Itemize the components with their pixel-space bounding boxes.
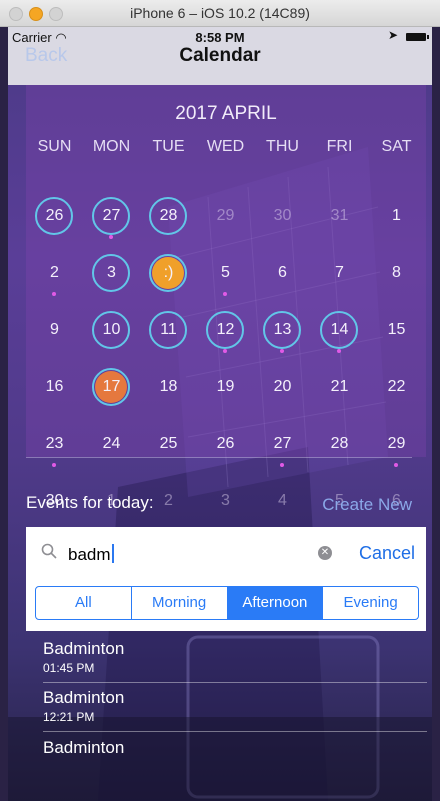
calendar-day[interactable]: 28 xyxy=(140,207,197,225)
weekday-label: THU xyxy=(266,138,299,155)
event-dot xyxy=(52,463,56,467)
nav-title: Calendar xyxy=(179,45,261,66)
status-bar: Carrier ◠ 8:58 PM ➤ Back Calendar xyxy=(8,27,432,85)
calendar-day[interactable]: 28 xyxy=(311,435,368,453)
row-separator xyxy=(43,731,427,732)
event-dot xyxy=(223,292,227,296)
weekday-label: WED xyxy=(206,138,245,155)
calendar-day[interactable]: 2 xyxy=(26,264,83,282)
calendar-day[interactable]: 14 xyxy=(311,321,368,339)
calendar-day[interactable]: 27 xyxy=(254,435,311,453)
location-arrow-icon: ➤ xyxy=(387,28,398,42)
weekday-label: FRI xyxy=(326,138,353,155)
event-row[interactable]: Badminton xyxy=(43,738,124,758)
time-filter-segmented-control: All Morning Afternoon Evening xyxy=(35,586,419,620)
calendar-day[interactable]: 21 xyxy=(311,378,368,396)
event-dot xyxy=(223,349,227,353)
row-separator xyxy=(43,682,427,683)
calendar-day[interactable]: 22 xyxy=(368,378,425,396)
event-dot xyxy=(52,292,56,296)
create-new-button[interactable]: Create New xyxy=(322,495,412,515)
calendar-day[interactable]: 1 xyxy=(368,207,425,225)
calendar-day[interactable]: 27 xyxy=(83,207,140,225)
event-dot xyxy=(337,349,341,353)
event-time: 12:21 PM xyxy=(43,710,95,724)
segment-morning[interactable]: Morning xyxy=(130,587,227,619)
event-dot xyxy=(280,463,284,467)
calendar-day[interactable]: 16 xyxy=(26,378,83,396)
calendar-day[interactable]: 24 xyxy=(83,435,140,453)
calendar-day[interactable]: 26 xyxy=(197,435,254,453)
weekday-label: SAT xyxy=(381,138,412,155)
event-name: Badminton xyxy=(43,738,125,757)
calendar-day[interactable]: 30 xyxy=(254,207,311,225)
calendar-day[interactable]: 25 xyxy=(140,435,197,453)
calendar-day[interactable]: 13 xyxy=(254,321,311,339)
event-dot xyxy=(394,463,398,467)
weekday-label: MON xyxy=(92,138,131,155)
cancel-button[interactable]: Cancel xyxy=(359,543,415,564)
calendar-day[interactable]: 26 xyxy=(26,207,83,225)
calendar-day[interactable]: 10 xyxy=(83,321,140,339)
event-row[interactable]: Badminton 12:21 PM xyxy=(43,688,124,724)
event-dot xyxy=(109,235,113,239)
calendar-day[interactable]: :) xyxy=(140,264,197,282)
segment-all[interactable]: All xyxy=(36,587,131,619)
event-name: Badminton xyxy=(43,688,125,707)
calendar-day[interactable]: 19 xyxy=(197,378,254,396)
event-dot xyxy=(280,349,284,353)
calendar-day[interactable]: 3 xyxy=(197,492,254,510)
calendar-day[interactable]: 18 xyxy=(140,378,197,396)
event-time: 01:45 PM xyxy=(43,661,95,675)
calendar: 2017 APRIL SUN MON TUE WED THU FRI SAT 26 27 28 2… xyxy=(26,85,426,509)
segment-afternoon[interactable]: Afternoon xyxy=(226,587,323,619)
calendar-day[interactable]: 23 xyxy=(26,435,83,453)
calendar-month-title: 2017 APRIL xyxy=(175,103,277,124)
window-title: iPhone 6 – iOS 10.2 (14C89) xyxy=(130,5,310,21)
text-caret xyxy=(111,544,114,563)
calendar-day[interactable]: 29 xyxy=(368,435,425,453)
calendar-day[interactable]: 6 xyxy=(254,264,311,282)
event-name: Badminton xyxy=(43,639,125,658)
simulator-title-bar: iPhone 6 – iOS 10.2 (14C89) xyxy=(0,0,440,27)
calendar-day[interactable]: 4 xyxy=(254,492,311,510)
weekday-label: TUE xyxy=(152,138,185,155)
calendar-day[interactable]: 29 xyxy=(197,207,254,225)
calendar-day[interactable]: 20 xyxy=(254,378,311,396)
calendar-day[interactable]: 31 xyxy=(311,207,368,225)
status-time: 8:58 PM xyxy=(195,30,245,45)
calendar-day[interactable]: 7 xyxy=(311,264,368,282)
calendar-day[interactable]: 11 xyxy=(140,321,197,339)
calendar-day[interactable]: 5 xyxy=(197,264,254,282)
events-header: Events for today: xyxy=(26,493,154,512)
calendar-day[interactable]: 15 xyxy=(368,321,425,339)
phone-screen: Carrier ◠ 8:58 PM ➤ Back Calendar 2017 A… xyxy=(8,27,432,801)
divider xyxy=(26,457,412,458)
search-panel: badm ✕ Cancel All Morning Afternoon Evening xyxy=(26,527,426,631)
battery-icon xyxy=(406,33,429,41)
search-icon xyxy=(41,543,57,559)
segment-evening[interactable]: Evening xyxy=(322,587,418,619)
calendar-day[interactable]: 17 xyxy=(83,378,140,396)
calendar-day[interactable]: 8 xyxy=(368,264,425,282)
event-row[interactable]: Badminton 01:45 PM xyxy=(43,639,124,675)
clear-search-icon[interactable]: ✕ xyxy=(318,546,332,560)
search-input[interactable]: badm xyxy=(68,544,114,565)
calendar-day[interactable]: 12 xyxy=(197,321,254,339)
calendar-day[interactable]: 9 xyxy=(26,321,83,339)
weekday-label: SUN xyxy=(37,138,72,155)
calendar-day[interactable]: 3 xyxy=(83,264,140,282)
